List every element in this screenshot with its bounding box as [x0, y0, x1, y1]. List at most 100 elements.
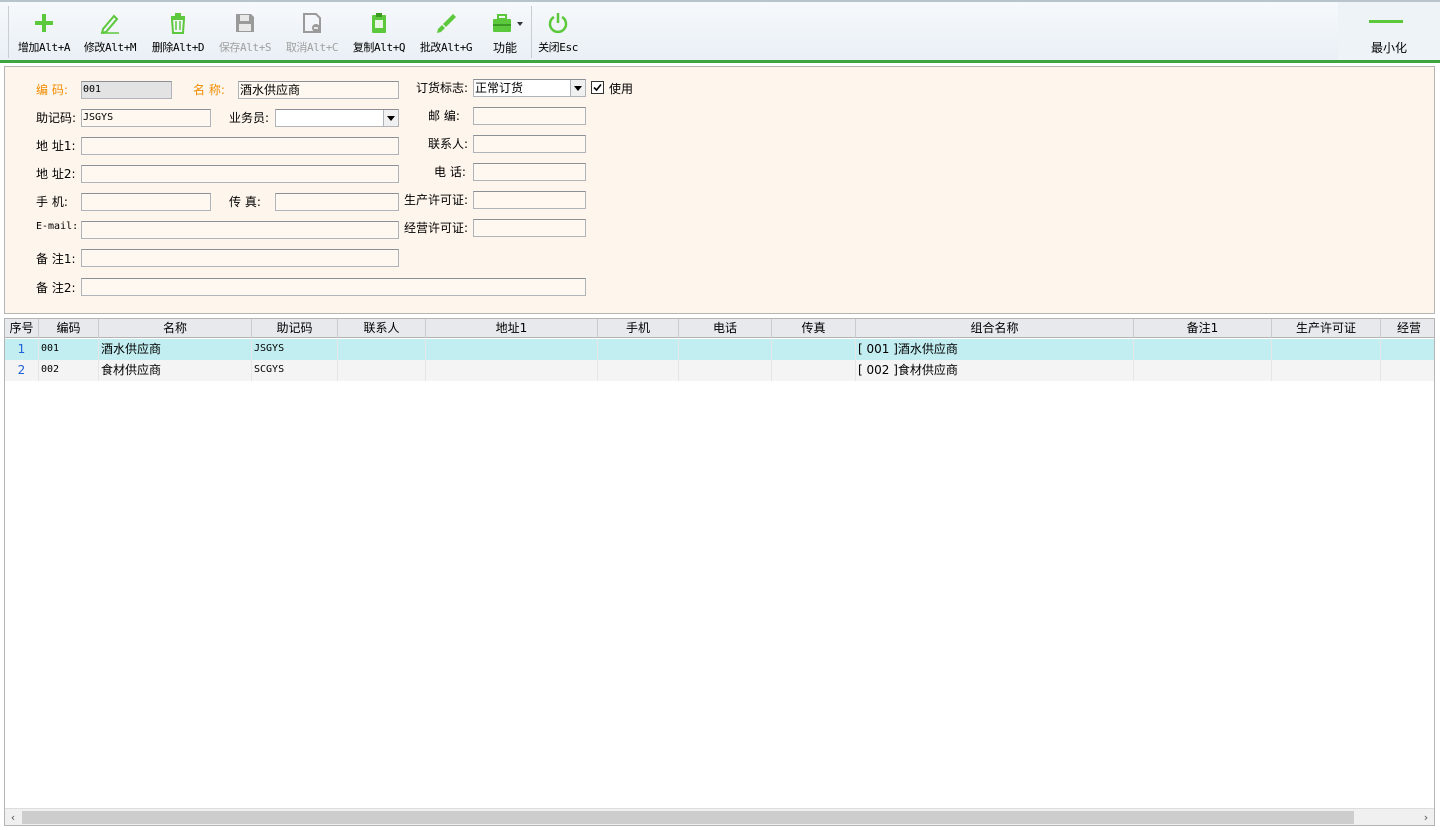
address1-field[interactable] [81, 137, 399, 155]
contact-field[interactable] [473, 135, 586, 153]
cell-fax [772, 339, 856, 360]
cell-phone [679, 360, 772, 381]
postcode-field[interactable] [473, 107, 586, 125]
business-license-field[interactable] [473, 219, 586, 237]
address1-label: 地 址1: [36, 139, 76, 153]
name-field[interactable]: 酒水供应商 [238, 81, 399, 99]
grid-header: 序号 编码 名称 助记码 联系人 地址1 手机 电话 传真 组合名称 备注1 生… [5, 319, 1434, 338]
column-header-business-license[interactable]: 经营 [1381, 319, 1434, 338]
scroll-right-icon[interactable]: › [1421, 812, 1431, 823]
power-icon [548, 13, 568, 34]
fax-label: 传 真: [229, 195, 261, 209]
column-header-combined-name[interactable]: 组合名称 [856, 319, 1134, 338]
phone-field[interactable] [473, 163, 586, 181]
batch-edit-button-label: 批改Alt+G [419, 41, 473, 54]
copy-button[interactable]: 复制Alt+Q [346, 2, 412, 62]
scrollbar-thumb[interactable] [22, 811, 1354, 824]
cancel-button-label: 取消Alt+C [285, 41, 339, 54]
postcode-label: 邮 编: [428, 109, 460, 123]
contact-label: 联系人: [428, 137, 469, 151]
cancel-button[interactable]: 取消Alt+C [279, 2, 345, 62]
cell-mobile [598, 360, 679, 381]
dropdown-arrow-icon[interactable] [570, 80, 585, 96]
note1-field[interactable] [81, 249, 399, 267]
add-button-label: 增加Alt+A [17, 41, 71, 54]
use-label: 使用 [609, 82, 634, 96]
cell-phone [679, 339, 772, 360]
cell-mnemonic: SCGYS [252, 360, 338, 381]
column-header-address1[interactable]: 地址1 [426, 319, 598, 338]
cell-production-license [1272, 360, 1381, 381]
minimize-button-label: 最小化 [1370, 41, 1407, 55]
code-label: 编 码: [36, 83, 68, 97]
cell-contact [338, 360, 426, 381]
cell-code: 001 [39, 339, 99, 360]
toolbar-separator [8, 6, 9, 58]
address2-field[interactable] [81, 165, 399, 183]
cancel-document-icon [303, 13, 321, 33]
mobile-field[interactable] [81, 193, 211, 211]
note2-label: 备 注2: [36, 281, 76, 295]
close-button[interactable]: 关闭Esc [534, 2, 582, 62]
column-header-production-license[interactable]: 生产许可证 [1272, 319, 1381, 338]
column-header-contact[interactable]: 联系人 [338, 319, 426, 338]
email-field[interactable] [81, 221, 399, 239]
trash-icon [170, 13, 186, 34]
batch-edit-button[interactable]: 批改Alt+G [413, 2, 479, 62]
toolbox-icon [493, 14, 511, 32]
fax-field[interactable] [275, 193, 399, 211]
cell-code: 002 [39, 360, 99, 381]
supplier-grid: 序号 编码 名称 助记码 联系人 地址1 手机 电话 传真 组合名称 备注1 生… [4, 318, 1435, 826]
toolbar-accent-line [0, 60, 1440, 63]
column-header-note1[interactable]: 备注1 [1134, 319, 1272, 338]
function-menu-button[interactable]: 功能 [482, 2, 528, 62]
function-button-label: 功能 [492, 41, 517, 55]
caret-down-icon [517, 22, 523, 26]
delete-button[interactable]: 删除Alt+D [144, 2, 212, 62]
cell-note1 [1134, 339, 1272, 360]
order-flag-select[interactable]: 正常订货 [473, 79, 586, 97]
scroll-left-icon[interactable]: ‹ [8, 812, 18, 823]
column-header-mobile[interactable]: 手机 [598, 319, 679, 338]
cell-index: 1 [5, 339, 39, 360]
save-button-label: 保存Alt+S [218, 41, 272, 54]
salesman-select[interactable] [275, 109, 399, 127]
production-license-field[interactable] [473, 191, 586, 209]
save-button[interactable]: 保存Alt+S [212, 2, 278, 62]
cell-index: 2 [5, 360, 39, 381]
dropdown-arrow-icon[interactable] [383, 110, 398, 126]
horizontal-scrollbar[interactable]: ‹ › [5, 808, 1434, 825]
phone-label: 电 话: [434, 165, 466, 179]
delete-button-label: 删除Alt+D [151, 41, 205, 54]
edit-button-label: 修改Alt+M [83, 41, 137, 54]
cell-note1 [1134, 360, 1272, 381]
production-license-label: 生产许可证: [404, 193, 469, 207]
floppy-disk-icon [236, 14, 254, 32]
column-header-mnemonic[interactable]: 助记码 [252, 319, 338, 338]
column-header-index[interactable]: 序号 [5, 319, 39, 338]
table-row[interactable]: 1 001 酒水供应商 JSGYS [ 001 ]酒水供应商 [5, 339, 1434, 360]
table-row[interactable]: 2 002 食材供应商 SCGYS [ 002 ]食材供应商 [5, 360, 1434, 381]
add-button[interactable]: 增加Alt+A [12, 2, 76, 62]
cell-business-license [1381, 360, 1434, 381]
code-field[interactable]: 001 [81, 81, 172, 99]
email-label: E-mail: [36, 221, 79, 232]
cell-address1 [426, 339, 598, 360]
cell-production-license [1272, 339, 1381, 360]
cell-name: 食材供应商 [99, 360, 252, 381]
use-checkbox[interactable] [591, 81, 604, 94]
order-flag-value: 正常订货 [475, 81, 524, 95]
column-header-phone[interactable]: 电话 [679, 319, 772, 338]
supplier-form: 编 码: 001 名 称: 酒水供应商 订货标志: 正常订货 使用 助记码: J… [4, 66, 1435, 314]
mnemonic-field[interactable]: JSGYS [81, 109, 211, 127]
cell-contact [338, 339, 426, 360]
edit-button[interactable]: 修改Alt+M [78, 2, 142, 62]
cell-address1 [426, 360, 598, 381]
column-header-code[interactable]: 编码 [39, 319, 99, 338]
column-header-name[interactable]: 名称 [99, 319, 252, 338]
toolbar-separator [531, 6, 532, 58]
minimize-button[interactable]: 最小化 [1338, 2, 1440, 62]
note2-field[interactable] [81, 278, 586, 296]
close-button-label: 关闭Esc [538, 41, 578, 54]
column-header-fax[interactable]: 传真 [772, 319, 856, 338]
